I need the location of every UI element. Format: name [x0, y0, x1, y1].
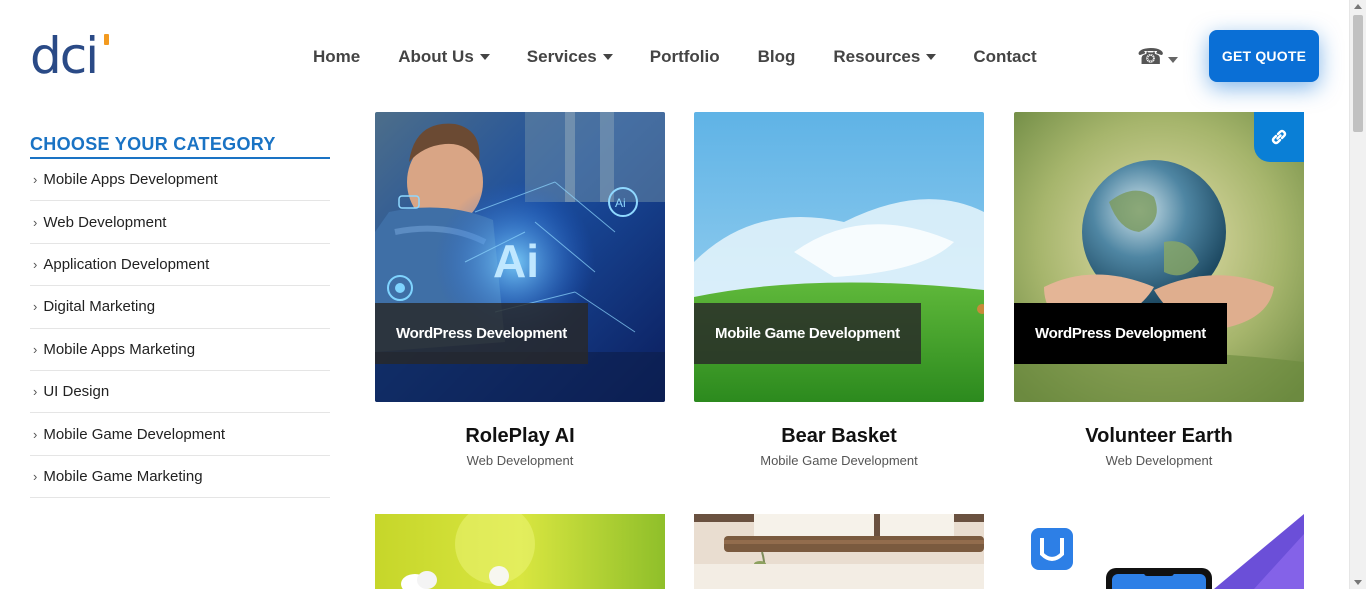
- category-label: Mobile Game Marketing: [43, 467, 203, 485]
- chevron-right-icon: ›: [33, 214, 38, 230]
- phone-icon: ☎: [1137, 45, 1165, 70]
- nav-about-us[interactable]: About Us: [398, 46, 490, 68]
- logo-text: dci: [30, 27, 99, 85]
- card-title[interactable]: Volunteer Earth: [1014, 425, 1304, 448]
- chevron-down-icon: [926, 54, 937, 60]
- svg-text:Ai: Ai: [615, 196, 626, 210]
- chevron-right-icon: ›: [33, 256, 38, 272]
- category-item[interactable]: › Mobile Game Marketing: [30, 456, 330, 499]
- nav-home[interactable]: Home: [313, 46, 360, 68]
- logo-dot: [104, 34, 109, 45]
- nav-home-label: Home: [313, 47, 361, 66]
- card-category-tag: Mobile Game Development: [694, 303, 921, 364]
- category-label: Mobile Apps Marketing: [43, 340, 196, 358]
- chevron-right-icon: ›: [33, 172, 38, 188]
- phone-dropdown[interactable]: ☎: [1137, 45, 1179, 70]
- scroll-down-icon[interactable]: [1354, 580, 1362, 585]
- card-category-tag: WordPress Development: [1014, 303, 1227, 364]
- category-item[interactable]: › Mobile Game Development: [30, 413, 330, 456]
- chevron-down-icon: [479, 54, 490, 60]
- get-quote-button[interactable]: GET QUOTE: [1209, 30, 1319, 82]
- nav-about-us-label: About Us: [398, 47, 474, 66]
- main-nav: Home About Us Services Portfolio Blog Re…: [313, 46, 1037, 68]
- nav-contact-label: Contact: [973, 47, 1037, 66]
- nav-resources[interactable]: Resources: [833, 46, 937, 68]
- card-category: Web Development: [1105, 453, 1213, 468]
- card-category: Mobile Game Development: [760, 453, 918, 468]
- chevron-right-icon: ›: [33, 299, 38, 315]
- card-title[interactable]: Bear Basket: [694, 425, 984, 448]
- category-list: › Mobile Apps Development › Web Developmen…: [30, 159, 330, 499]
- vertical-scrollbar[interactable]: [1349, 0, 1366, 589]
- interior-image[interactable]: [694, 514, 984, 589]
- nav-contact[interactable]: Contact: [973, 46, 1036, 68]
- chevron-right-icon: ›: [33, 341, 38, 357]
- scroll-up-icon[interactable]: [1354, 4, 1362, 9]
- category-item[interactable]: › Mobile Apps Development: [30, 159, 330, 202]
- link-button[interactable]: [1254, 112, 1304, 162]
- nav-portfolio-label: Portfolio: [649, 47, 720, 66]
- category-label: Mobile Apps Development: [43, 171, 218, 189]
- nav-resources-label: Resources: [833, 47, 921, 66]
- sidebar-title: CHOOSE YOUR CATEGORY: [30, 134, 330, 159]
- scroll-thumb[interactable]: [1353, 15, 1363, 132]
- nav-services[interactable]: Services: [527, 46, 613, 68]
- nav-blog-label: Blog: [757, 47, 796, 66]
- category-item[interactable]: › Application Development: [30, 244, 330, 287]
- card-category: Web Development: [466, 453, 574, 468]
- chevron-right-icon: ›: [33, 426, 38, 442]
- chevron-right-icon: ›: [33, 468, 38, 484]
- category-label: Application Development: [43, 255, 210, 273]
- card-title[interactable]: RolePlay AI: [375, 425, 665, 448]
- category-item[interactable]: › Digital Marketing: [30, 286, 330, 329]
- category-item[interactable]: › Mobile Apps Marketing: [30, 329, 330, 371]
- chevron-down-icon: [1168, 57, 1179, 63]
- category-item[interactable]: › UI Design: [30, 371, 330, 414]
- category-label: Web Development: [43, 213, 167, 231]
- category-label: Digital Marketing: [43, 298, 156, 316]
- card-category-tag: WordPress Development: [375, 303, 588, 364]
- nav-portfolio[interactable]: Portfolio: [650, 46, 720, 68]
- chevron-right-icon: ›: [33, 384, 38, 400]
- nav-services-label: Services: [526, 47, 597, 66]
- category-sidebar: CHOOSE YOUR CATEGORY › Mobile Apps Develo…: [30, 134, 330, 499]
- category-item[interactable]: › Web Development: [30, 201, 330, 244]
- chevron-down-icon: [602, 54, 613, 60]
- svg-text:Ai: Ai: [493, 235, 539, 287]
- nav-blog[interactable]: Blog: [758, 46, 796, 68]
- link-icon: [1271, 129, 1287, 145]
- universe-app-image[interactable]: [1014, 514, 1304, 589]
- logo[interactable]: dci: [30, 27, 112, 85]
- category-label: Mobile Game Development: [43, 425, 226, 443]
- category-label: UI Design: [43, 383, 110, 401]
- flower-image[interactable]: [375, 514, 665, 589]
